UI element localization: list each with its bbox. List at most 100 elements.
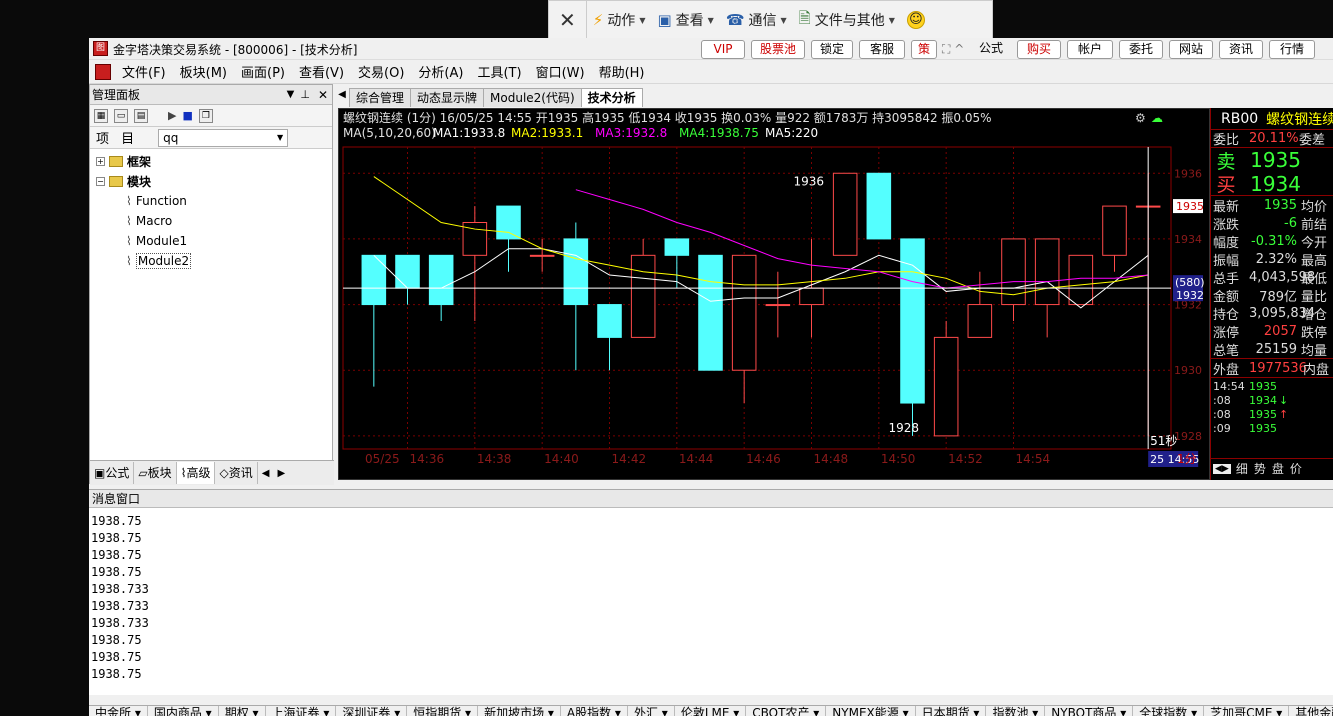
- cloud-icon[interactable]: ☁: [1151, 111, 1163, 125]
- view-menu[interactable]: ▣ 查看 ▼: [651, 1, 719, 39]
- buy-button[interactable]: 购买: [1017, 40, 1061, 59]
- stat-next-label: 最低: [1301, 271, 1328, 287]
- market-tab[interactable]: CBOT农产 ▾: [746, 706, 827, 716]
- collapse-icon[interactable]: −: [96, 176, 105, 186]
- stop-icon[interactable]: ■: [182, 109, 192, 122]
- market-tab[interactable]: NYBOT商品 ▾: [1045, 706, 1134, 716]
- tab-sector[interactable]: ▱板块: [134, 462, 177, 484]
- tree-item-framework[interactable]: + 框架: [90, 151, 332, 171]
- vip-button[interactable]: VIP: [701, 40, 745, 59]
- tab-price[interactable]: 价: [1287, 460, 1305, 477]
- market-tab[interactable]: 恒指期货 ▾: [407, 706, 479, 716]
- tab-overview[interactable]: 综合管理: [349, 88, 412, 107]
- market-tab[interactable]: 中金所 ▾: [89, 706, 148, 716]
- close-button[interactable]: ✕: [549, 1, 587, 39]
- x-tick-label: 05/25: [365, 452, 400, 466]
- menu-file[interactable]: 文件(F): [115, 62, 173, 81]
- high-annotation: 1936: [794, 174, 825, 188]
- tree-item-modules[interactable]: − 模块: [90, 171, 332, 191]
- kline-chart-panel[interactable]: 螺纹钢连续 (1分) 16/05/25 14:55 开1935 高1935 低1…: [338, 108, 1210, 480]
- market-tab[interactable]: NYMEX能源 ▾: [826, 706, 916, 716]
- smiley-button[interactable]: ☺: [901, 1, 931, 39]
- market-tab[interactable]: 新加坡市场 ▾: [478, 706, 561, 716]
- pin-icon[interactable]: ⊥: [300, 88, 310, 101]
- market-tab[interactable]: 国内商品 ▾: [148, 706, 219, 716]
- management-panel: 管理面板 ▼ ⊥ ✕ ▦ ▭ ▤ ▶ ■ ❐ 项 目 qq ▼ + 框架 − 模…: [89, 84, 334, 485]
- market-tab[interactable]: 外汇 ▾: [628, 706, 675, 716]
- menu-window[interactable]: 窗口(W): [529, 62, 592, 81]
- stat-label: 总笔: [1213, 343, 1240, 359]
- tree-item-module2[interactable]: ⌇ Module2: [90, 251, 332, 271]
- comm-menu[interactable]: ☎ 通信 ▼: [720, 1, 793, 39]
- panel-close-icon[interactable]: ✕: [318, 88, 328, 102]
- tabs-scroll-icon[interactable]: ◀: [335, 89, 349, 107]
- grid-icon[interactable]: ▦: [94, 108, 108, 123]
- menu-trade[interactable]: 交易(O): [351, 62, 411, 81]
- menu-analysis[interactable]: 分析(A): [411, 62, 470, 81]
- play-icon[interactable]: ▶: [168, 109, 176, 122]
- quote-scroll-icon[interactable]: ◀▶: [1213, 463, 1231, 474]
- quote-header: RB00 螺纹钢连续: [1211, 108, 1333, 130]
- menu-tools[interactable]: 工具(T): [470, 62, 528, 81]
- stock-pool-button[interactable]: 股票池: [751, 40, 805, 59]
- market-tab[interactable]: 全球指数 ▾: [1133, 706, 1205, 716]
- tab-advanced[interactable]: ⌇高级: [176, 462, 216, 484]
- candle-body: [731, 254, 757, 371]
- expand-icon[interactable]: +: [96, 156, 105, 166]
- market-tab[interactable]: 芝加哥CME ▾: [1204, 706, 1290, 716]
- market-tab[interactable]: 期权 ▾: [219, 706, 266, 716]
- tab-module2-code[interactable]: Module2(代码): [483, 88, 582, 107]
- panel-dropdown-icon[interactable]: ▼: [287, 89, 295, 100]
- tab-book[interactable]: 盘: [1269, 460, 1287, 477]
- market-tab[interactable]: 上海证券 ▾: [266, 706, 337, 716]
- tab-technical-analysis[interactable]: 技术分析: [580, 88, 643, 107]
- resize-icon[interactable]: ⛶ ^: [942, 42, 964, 57]
- tab-dynamic-board[interactable]: 动态显示牌: [410, 88, 485, 107]
- candle-body: [765, 304, 791, 307]
- quote-name: 螺纹钢连续: [1266, 111, 1333, 128]
- account-button[interactable]: 帐户: [1067, 40, 1113, 59]
- menu-screen[interactable]: 画面(P): [234, 62, 292, 81]
- project-select[interactable]: qq ▼: [158, 128, 289, 147]
- tab-formula[interactable]: ▣公式: [90, 462, 135, 484]
- tab-scroll-right-icon[interactable]: ▶: [273, 468, 289, 479]
- window-icon[interactable]: ▭: [114, 108, 128, 123]
- settings-icon[interactable]: ⚙: [1135, 111, 1146, 125]
- print-icon[interactable]: ▤: [134, 108, 148, 123]
- tree-item-function[interactable]: ⌇ Function: [90, 191, 332, 211]
- lock-button[interactable]: 锁定: [811, 40, 853, 59]
- stat-value: 4,043,598: [1249, 269, 1316, 285]
- market-tab[interactable]: 指数池 ▾: [986, 706, 1046, 716]
- kline-chart[interactable]: 螺纹钢连续 (1分) 16/05/25 14:55 开1935 高1935 低1…: [339, 109, 1209, 479]
- stat-next-label: 前结: [1301, 217, 1328, 233]
- document-tabs: ◀ 综合管理 动态显示牌 Module2(代码) 技术分析: [335, 87, 1333, 107]
- tree-item-module1[interactable]: ⌇ Module1: [90, 231, 332, 251]
- formula-button[interactable]: 公式: [971, 40, 1011, 59]
- tree-item-macro[interactable]: ⌇ Macro: [90, 211, 332, 231]
- phone-icon: ☎: [725, 11, 745, 29]
- strategy-button[interactable]: 策: [911, 40, 937, 59]
- market-tab[interactable]: 其他金融期货 ▾: [1289, 706, 1333, 716]
- menu-app-icon[interactable]: [95, 63, 111, 80]
- market-tab[interactable]: 深圳证券 ▾: [336, 706, 408, 716]
- market-tab[interactable]: 日本期货 ▾: [916, 706, 987, 716]
- news-button[interactable]: 资讯: [1219, 40, 1263, 59]
- monitor-icon: ▣: [657, 11, 672, 29]
- website-button[interactable]: 网站: [1169, 40, 1213, 59]
- tab-scroll-left-icon[interactable]: ◀: [258, 468, 274, 479]
- file-other-menu[interactable]: 🗎 文件与其他 ▼: [793, 1, 901, 39]
- quotes-button[interactable]: 行情: [1269, 40, 1315, 59]
- market-tab[interactable]: A股指数 ▾: [561, 706, 628, 716]
- action-menu[interactable]: ⚡ 动作 ▼: [587, 1, 652, 39]
- menu-view[interactable]: 查看(V): [292, 62, 351, 81]
- tab-trend[interactable]: 势: [1251, 460, 1269, 477]
- menu-sector[interactable]: 板块(M): [173, 62, 234, 81]
- folder-icon: [109, 155, 123, 167]
- tab-detail[interactable]: 细: [1233, 460, 1251, 477]
- service-button[interactable]: 客服: [859, 40, 905, 59]
- order-button[interactable]: 委托: [1119, 40, 1163, 59]
- market-tab[interactable]: 伦敦LME ▾: [675, 706, 747, 716]
- tab-news[interactable]: ◇资讯: [215, 462, 258, 484]
- menu-help[interactable]: 帮助(H): [592, 62, 652, 81]
- copy-icon[interactable]: ❐: [198, 108, 213, 123]
